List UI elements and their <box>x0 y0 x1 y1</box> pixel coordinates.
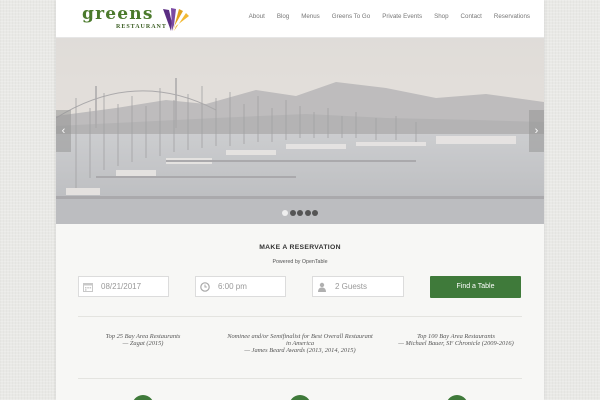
slider-dot[interactable] <box>289 210 296 216</box>
slider-prev-button[interactable]: ‹ <box>56 110 71 152</box>
feature-circle[interactable] <box>132 395 154 400</box>
nav-item-shop[interactable]: Shop <box>434 13 448 20</box>
chevron-right-icon: › <box>534 125 539 137</box>
nav-item-contact[interactable]: Contact <box>461 13 482 20</box>
hero-overlay <box>56 38 544 224</box>
accolade-source: — Zagat (2015) <box>122 340 164 348</box>
page-container: greens RESTAURANT About Blog Menus Green… <box>56 0 544 400</box>
feature-circle[interactable] <box>446 395 468 400</box>
slider-next-button[interactable]: › <box>529 110 544 152</box>
accolade-zagat: Top 25 Bay Area Restaurants — Zagat (201… <box>86 333 200 347</box>
nav-item-blog[interactable]: Blog <box>277 13 289 20</box>
site-header: greens RESTAURANT About Blog Menus Green… <box>56 0 544 38</box>
date-value: 08/21/2017 <box>101 282 142 291</box>
powered-by-text: Powered by OpenTable <box>272 259 328 265</box>
accolade-title: Nominee and/or Semifinalist for Best Ove… <box>227 333 373 348</box>
logo[interactable]: greens RESTAURANT <box>82 5 194 33</box>
nav-item-private-events[interactable]: Private Events <box>382 13 422 20</box>
nav-item-reservations[interactable]: Reservations <box>494 13 530 20</box>
slider-dot[interactable] <box>312 210 318 216</box>
clock-icon <box>196 277 214 296</box>
nav-item-about[interactable]: About <box>249 13 265 20</box>
slider-dot[interactable] <box>297 210 303 216</box>
logo-wordmark: greens <box>82 4 154 24</box>
date-field[interactable]: 08/21/2017 <box>78 276 169 297</box>
slider-dot[interactable] <box>282 210 288 216</box>
accolade-james-beard: Nominee and/or Semifinalist for Best Ove… <box>226 333 374 355</box>
nav-item-greens-to-go[interactable]: Greens To Go <box>332 13 370 20</box>
guests-value: 2 Guests <box>335 282 368 291</box>
logo-leaf-icon <box>163 8 189 31</box>
calendar-icon <box>79 277 97 296</box>
accolade-title: Top 100 Bay Area Restaurants <box>417 333 495 340</box>
accolade-sf-chronicle: Top 100 Bay Area Restaurants — Michael B… <box>386 333 526 347</box>
feature-circle[interactable] <box>289 395 311 400</box>
slider-dot[interactable] <box>304 210 311 216</box>
chevron-left-icon: ‹ <box>61 125 66 137</box>
slider-dots <box>282 210 320 216</box>
accolade-source: — Michael Bauer, SF Chronicle (2009-2016… <box>398 340 514 348</box>
time-value: 6:00 pm <box>218 282 247 291</box>
divider <box>78 316 522 317</box>
logo-subtitle: RESTAURANT <box>116 24 167 30</box>
time-field[interactable]: 6:00 pm <box>195 276 286 297</box>
accolade-source: — James Beard Awards (2013, 2014, 2015) <box>244 347 356 355</box>
main-nav: About Blog Menus Greens To Go Private Ev… <box>237 13 530 20</box>
divider <box>78 378 522 379</box>
hero-slider: ‹ › <box>56 38 544 224</box>
guests-field[interactable]: 2 Guests <box>312 276 404 297</box>
accolade-title: Top 25 Bay Area Restaurants <box>105 333 181 340</box>
reservation-title: MAKE A RESERVATION <box>259 244 341 251</box>
find-a-table-button[interactable]: Find a Table <box>430 276 521 298</box>
nav-item-menus[interactable]: Menus <box>301 13 320 20</box>
user-icon <box>313 277 331 296</box>
